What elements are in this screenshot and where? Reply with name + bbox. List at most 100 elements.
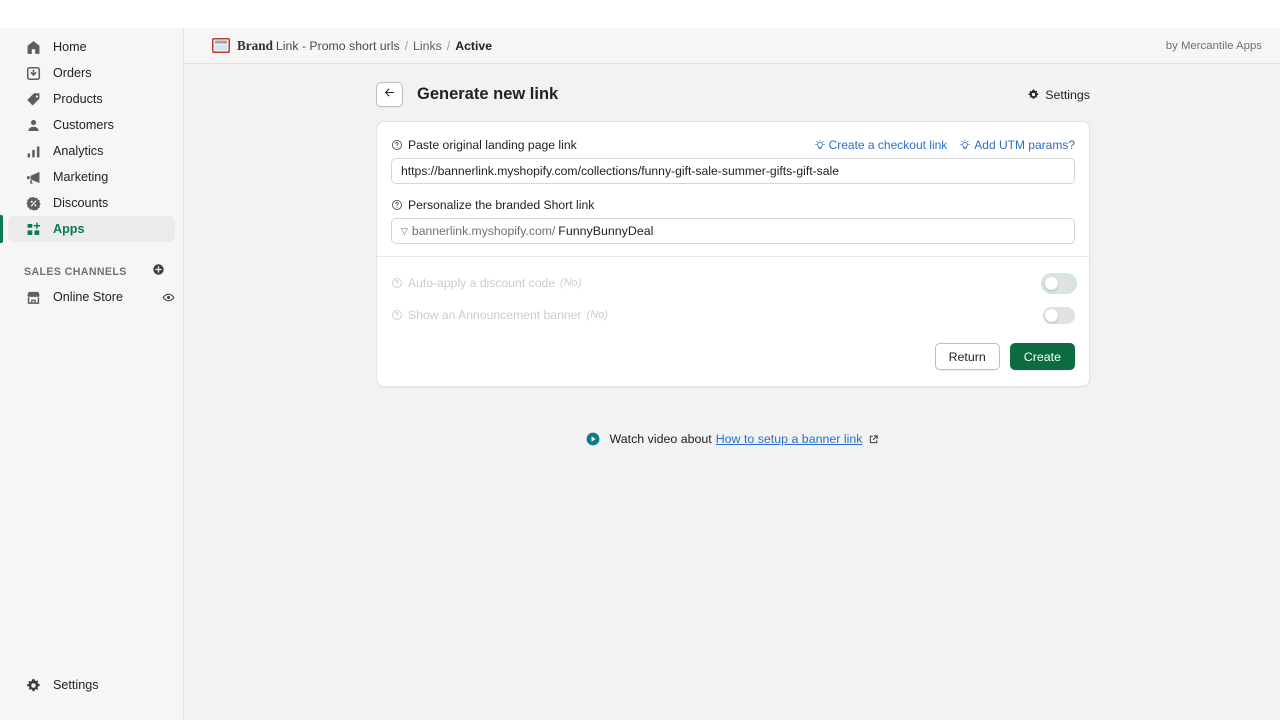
helper-link-label: Add UTM params? [974, 138, 1075, 152]
preview-store-eye-icon[interactable] [162, 291, 175, 304]
auto-apply-discount-toggle[interactable] [1043, 275, 1075, 292]
return-button[interactable]: Return [935, 343, 1000, 370]
sidebar-item-analytics[interactable]: Analytics [8, 138, 175, 164]
breadcrumb-separator: / [405, 39, 408, 53]
active-indicator [0, 215, 3, 243]
sidebar-nav: Home Orders Products Customers [0, 28, 183, 310]
help-question-icon[interactable] [391, 309, 403, 321]
original-link-label-row: Paste original landing page link Create … [391, 138, 1075, 152]
helper-link-label: Create a checkout link [829, 138, 948, 152]
apps-grid-icon [24, 220, 43, 239]
short-link-label: Personalize the branded Short link [408, 198, 594, 212]
sidebar-item-discounts[interactable]: Discounts [8, 190, 175, 216]
short-link-input[interactable]: ▽ bannerlink.myshopify.com/ FunnyBunnyDe… [391, 218, 1075, 244]
how-to-setup-banner-link[interactable]: How to setup a banner link [716, 432, 863, 446]
toggle-knob [1045, 277, 1058, 290]
generate-link-card: Paste original landing page link Create … [376, 121, 1090, 387]
short-link-label-row: Personalize the branded Short link [391, 198, 1075, 212]
sales-channels-title: SALES CHANNELS [24, 266, 127, 278]
sidebar-item-home[interactable]: Home [8, 34, 175, 60]
sidebar-item-label: Customers [53, 118, 114, 132]
card-divider [377, 256, 1089, 257]
sidebar-item-orders[interactable]: Orders [8, 60, 175, 86]
sidebar-item-apps[interactable]: Apps [8, 216, 175, 242]
settings-button[interactable]: Settings [1027, 88, 1090, 102]
announcement-banner-toggle[interactable] [1043, 307, 1075, 324]
sidebar-item-settings[interactable]: Settings [8, 672, 175, 698]
sidebar-item-customers[interactable]: Customers [8, 112, 175, 138]
sidebar: Home Orders Products Customers [0, 28, 184, 720]
sidebar-item-label: Marketing [53, 170, 108, 184]
app-byline: by Mercantile Apps [1166, 40, 1262, 52]
sales-channels-header: SALES CHANNELS [0, 260, 183, 284]
app-topbar: Brand Link - Promo short urls / Links / … [184, 28, 1280, 64]
brandlink-logo-icon [212, 38, 230, 53]
original-link-label: Paste original landing page link [408, 138, 577, 152]
gear-icon [1027, 88, 1040, 101]
external-link-icon[interactable] [868, 434, 879, 445]
breadcrumb-links[interactable]: Links [413, 39, 442, 53]
auto-apply-discount-label: Auto-apply a discount code (No) [391, 276, 581, 290]
create-checkout-link-button[interactable]: Create a checkout link [814, 138, 948, 152]
domain-dropdown-caret-icon[interactable]: ▽ [401, 226, 408, 237]
sidebar-item-label: Orders [53, 66, 92, 80]
breadcrumb-brand: Brand [237, 38, 273, 54]
sidebar-item-label: Products [53, 92, 103, 106]
help-question-icon[interactable] [391, 139, 403, 151]
page-header: Generate new link Settings [376, 82, 1090, 107]
sidebar-item-products[interactable]: Products [8, 86, 175, 112]
announcement-banner-row: Show an Announcement banner (No) [377, 299, 1089, 331]
play-circle-icon[interactable] [585, 431, 601, 447]
sidebar-item-online-store[interactable]: Online Store [8, 284, 175, 310]
nav-spacer [0, 242, 183, 260]
sidebar-item-label: Settings [53, 678, 99, 692]
sidebar-item-label: Analytics [53, 144, 103, 158]
toggle-value: (No) [560, 277, 581, 289]
storefront-icon [24, 288, 43, 307]
sidebar-item-label: Home [53, 40, 87, 54]
card-actions: Return Create [377, 331, 1089, 386]
auto-apply-discount-row: Auto-apply a discount code (No) [377, 267, 1089, 299]
toggle-label-text: Show an Announcement banner [408, 308, 581, 322]
marketing-megaphone-icon [24, 168, 43, 187]
sidebar-settings-area: Settings [0, 672, 183, 698]
sidebar-item-marketing[interactable]: Marketing [8, 164, 175, 190]
breadcrumb-app-name: Link - Promo short urls [276, 39, 400, 53]
short-link-slug: FunnyBunnyDeal [558, 224, 653, 238]
breadcrumb-separator: / [447, 39, 450, 53]
field-spacer [391, 184, 1075, 198]
watch-video-row: Watch video about How to setup a banner … [184, 431, 1280, 447]
back-button[interactable] [376, 82, 403, 107]
analytics-bars-icon [24, 142, 43, 161]
original-link-value: https://bannerlink.myshopify.com/collect… [401, 164, 839, 178]
card-top-section: Paste original landing page link Create … [377, 122, 1089, 256]
help-question-icon[interactable] [391, 199, 403, 211]
orders-icon [24, 64, 43, 83]
sidebar-item-label: Apps [53, 222, 84, 236]
breadcrumb-active: Active [455, 39, 492, 53]
breadcrumb: Brand Link - Promo short urls / Links / … [237, 38, 492, 54]
toggle-knob [1045, 309, 1058, 322]
original-link-input[interactable]: https://bannerlink.myshopify.com/collect… [391, 158, 1075, 184]
short-link-domain: bannerlink.myshopify.com/ [412, 224, 555, 238]
idea-bulb-icon [959, 139, 971, 151]
page-title: Generate new link [417, 85, 558, 104]
add-utm-params-button[interactable]: Add UTM params? [959, 138, 1075, 152]
main-content: Generate new link Settings Paste origina… [184, 64, 1280, 720]
help-question-icon[interactable] [391, 277, 403, 289]
customers-person-icon [24, 116, 43, 135]
app-root: Home Orders Products Customers [0, 0, 1280, 720]
announcement-banner-label: Show an Announcement banner (No) [391, 308, 608, 322]
discounts-badge-icon [24, 194, 43, 213]
add-sales-channel-icon[interactable] [152, 263, 165, 281]
toggle-label-text: Auto-apply a discount code [408, 276, 555, 290]
home-icon [24, 38, 43, 57]
gear-icon [24, 676, 43, 695]
settings-label: Settings [1045, 88, 1090, 102]
idea-bulb-icon [814, 139, 826, 151]
sidebar-item-label: Online Store [53, 290, 123, 304]
toggle-value: (No) [586, 309, 607, 321]
helper-links: Create a checkout link Add UTM params? [814, 138, 1075, 152]
create-button[interactable]: Create [1010, 343, 1075, 370]
sidebar-item-label: Discounts [53, 196, 108, 210]
